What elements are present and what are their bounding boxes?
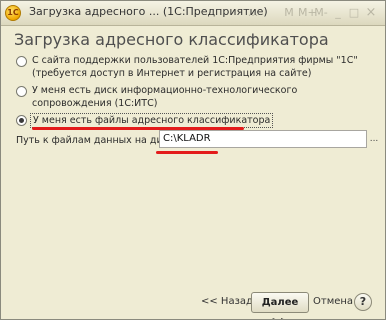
- option-its-disk-line1: У меня есть диск информационно-технологи…: [32, 85, 298, 96]
- option-support-site[interactable]: С сайта поддержки пользователей 1С:Предп…: [16, 54, 376, 82]
- option-its-disk[interactable]: У меня есть диск информационно-технологи…: [16, 84, 376, 112]
- option-support-site-label: С сайта поддержки пользователей 1С:Предп…: [32, 54, 358, 80]
- memory-m-button[interactable]: M: [283, 5, 295, 20]
- window-title: Загрузка адресного ... (1С:Предприятие): [29, 5, 268, 18]
- close-button[interactable]: ×: [365, 5, 377, 20]
- path-input[interactable]: C:\KLADR: [159, 130, 367, 148]
- memory-minus-button[interactable]: M-: [314, 5, 328, 20]
- back-button[interactable]: << Назад: [201, 296, 253, 307]
- page-heading: Загрузка адресного классификатора: [14, 30, 329, 49]
- memory-plus-button[interactable]: M+: [298, 5, 317, 20]
- option-support-site-line1: С сайта поддержки пользователей 1С:Предп…: [32, 55, 358, 66]
- dialog-content: Загрузка адресного классификатора С сайт…: [1, 26, 385, 319]
- help-icon[interactable]: ?: [354, 293, 372, 311]
- bottom-button-bar: << Назад Далее >> Отмена ?: [1, 288, 385, 319]
- option-its-disk-line2: сопровождения (1С:ИТС): [32, 98, 158, 109]
- option-local-files[interactable]: У меня есть файлы адресного классификато…: [16, 113, 376, 128]
- radio-local-files[interactable]: [16, 115, 27, 126]
- browse-button[interactable]: ...: [369, 133, 379, 145]
- next-button[interactable]: Далее >>: [251, 292, 309, 319]
- radio-its-disk[interactable]: [16, 86, 27, 97]
- path-label: Путь к файлам данных на диске:: [16, 135, 183, 146]
- option-local-files-label: У меня есть файлы адресного классификато…: [30, 113, 274, 128]
- option-local-files-line1: У меня есть файлы адресного классификато…: [30, 113, 274, 128]
- maximize-button[interactable]: □: [348, 5, 360, 20]
- option-its-disk-label: У меня есть диск информационно-технологи…: [32, 84, 297, 110]
- cancel-button[interactable]: Отмена: [313, 296, 353, 307]
- annotation-underline-path: [156, 151, 218, 154]
- minimize-button[interactable]: _: [332, 5, 344, 20]
- dialog-window: 1С Загрузка адресного ... (1С:Предприяти…: [0, 0, 386, 320]
- more-menu-button[interactable]: ...: [247, 5, 259, 20]
- title-bar: 1С Загрузка адресного ... (1С:Предприяти…: [1, 1, 385, 26]
- option-support-site-line2: (требуется доступ в Интернет и регистрац…: [32, 68, 312, 79]
- 1c-app-icon: 1С: [5, 5, 21, 21]
- radio-support-site[interactable]: [16, 56, 27, 67]
